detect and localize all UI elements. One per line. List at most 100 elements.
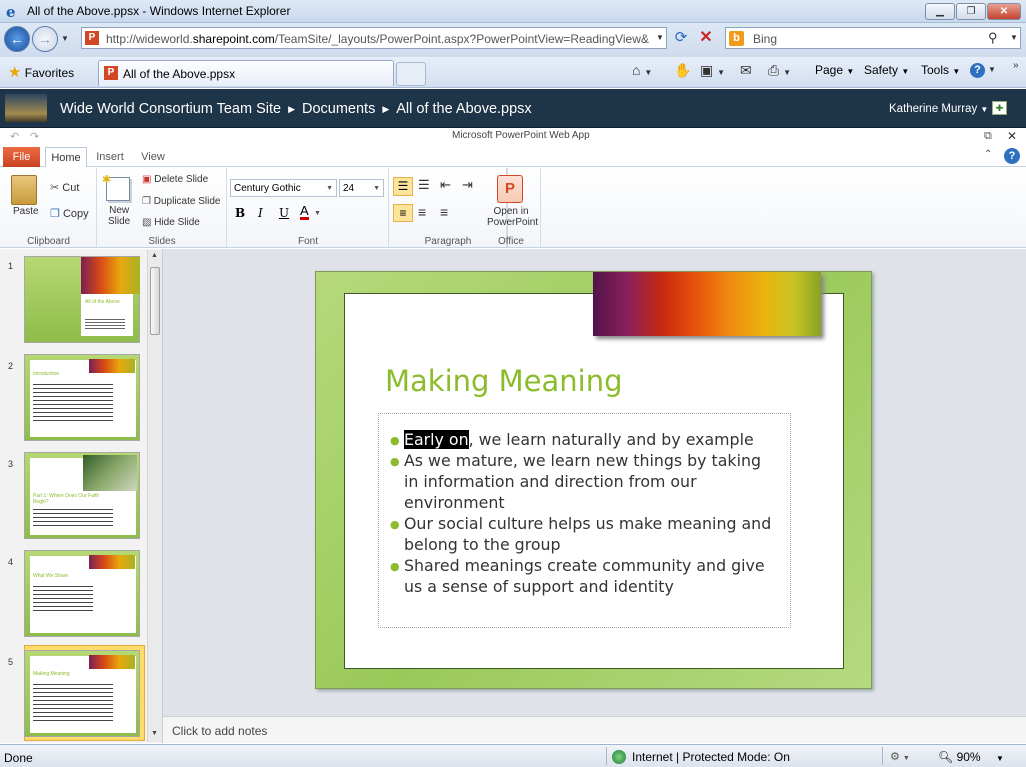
more-commands-icon[interactable]: » [1013,60,1019,71]
breadcrumb-arrow-icon: ▶ [382,104,390,114]
page-menu[interactable]: Page ▼ [815,63,854,77]
bullet-item-4[interactable]: ● Shared meanings create community and gi… [390,555,765,597]
refresh-icon[interactable]: ⟳ [670,28,692,48]
tab-insert[interactable]: Insert [90,147,130,167]
underline-button[interactable]: U [279,206,289,220]
breadcrumb-site[interactable]: Wide World Consortium Team Site [60,101,281,117]
bullet-item-3[interactable]: ● Our social culture helps us make meanin… [390,513,772,555]
new-slide-button[interactable]: New Slide [108,205,130,227]
history-dropdown-icon[interactable]: ▼ [61,34,69,43]
print-icon[interactable]: ⎙ ▼ [768,62,791,79]
url-text[interactable]: http://wideworld.sharepoint.com/TeamSite… [106,32,651,46]
forward-button[interactable]: → [32,26,58,52]
numbering-icon[interactable]: ☰ [418,177,430,193]
cut-button[interactable]: ✂ Cut [50,181,79,194]
bullet-text: Shared meanings create community and giv… [404,556,765,575]
search-box[interactable]: b Bing ⚲ ▼ [725,27,1021,49]
scroll-down-icon[interactable]: ▼ [151,730,158,737]
tab-home[interactable]: Home [45,147,87,168]
maximize-button[interactable]: ❐ [956,3,986,20]
align-left-icon[interactable]: ≡ [393,204,413,222]
thumbnails-scrollbar[interactable]: ▲ ▼ [147,250,162,742]
minimize-button[interactable]: ▁ [925,3,955,20]
new-tab-button[interactable] [396,62,426,86]
slide-thumbnail-2[interactable]: Introduction [24,354,140,441]
copy-icon: ❐ [50,208,60,220]
stop-icon[interactable]: ✕ [695,28,717,48]
slide-thumbnail-3[interactable]: Part 1: Where Does Our Faith Begin? [24,452,140,539]
paste-icon[interactable] [11,175,37,205]
align-center-icon[interactable]: ≡ [418,204,426,220]
favorites-button[interactable]: ★ Favorites [8,63,74,81]
browser-tab-title: All of the Above.ppsx [123,67,236,81]
user-presence-icon[interactable]: ✚ [992,101,1007,115]
breadcrumb-documents[interactable]: Documents [302,101,375,117]
bullets-icon[interactable]: ☰ [393,177,413,196]
font-name-select[interactable]: Century Gothic ▼ [230,179,337,197]
safety-menu[interactable]: Safety ▼ [864,63,909,77]
security-zone[interactable]: Internet | Protected Mode: On [612,750,790,764]
bullet-item-2[interactable]: ● As we mature, we learn new things by ta… [390,450,761,513]
thumbnail-number: 4 [8,557,14,567]
site-logo[interactable] [5,94,47,122]
globe-icon [612,750,626,764]
browser-tab[interactable]: P All of the Above.ppsx [98,60,394,86]
powerpoint-icon[interactable]: P [497,175,523,203]
scroll-up-icon[interactable]: ▲ [151,252,158,259]
font-color-dropdown-icon[interactable]: ▼ [314,210,321,217]
popup-blocker-icon[interactable]: ⚙ ▼ [890,750,910,763]
delete-slide-button[interactable]: ▣ Delete Slide [142,174,208,185]
slide-thumbnail-5[interactable]: Making Meaning [24,650,140,737]
breadcrumb-arrow-icon: ▶ [288,104,295,114]
help-icon[interactable]: ? [1004,148,1020,164]
undo-icon[interactable]: ↶ [10,130,19,143]
copy-button[interactable]: ❐ Copy [50,207,89,220]
font-color-button[interactable]: A [300,204,309,220]
font-size-select[interactable]: 24 ▼ [339,179,384,197]
hand-icon[interactable]: ✋ [674,62,691,79]
home-icon[interactable]: ⌂ ▼ [632,62,652,78]
slide-thumbnail-4[interactable]: What We Share [24,550,140,637]
decrease-indent-icon[interactable]: ⇤ [440,177,451,193]
feeds-icon[interactable]: ▣ ▼ [700,62,725,79]
search-placeholder[interactable]: Bing [753,32,777,46]
duplicate-slide-button[interactable]: ❐ Duplicate Slide [142,196,220,207]
hide-slide-button[interactable]: ▨ Hide Slide [142,217,200,228]
notes-placeholder[interactable]: Click to add notes [172,724,267,738]
search-icon[interactable]: ⚲ [988,30,998,46]
address-bar[interactable]: P http://wideworld.sharepoint.com/TeamSi… [81,27,667,49]
align-right-icon[interactable]: ≡ [440,204,448,220]
bullet-item-1[interactable]: ● Early on, we learn naturally and by exa… [390,429,754,450]
search-options-dropdown-icon[interactable]: ▼ [1010,33,1018,42]
sparkle-icon: ✱ [102,174,112,186]
close-window-button[interactable]: ✕ [987,3,1021,20]
flowers-photo[interactable] [593,272,821,336]
collapse-ribbon-icon[interactable]: ⌃ [984,149,992,160]
user-menu[interactable]: Katherine Murray ▼ [889,103,988,115]
popout-icon[interactable]: ⧉ [984,130,992,143]
bullet-text: Our social culture helps us make meaning… [404,514,772,533]
address-dropdown-icon[interactable]: ▼ [656,33,664,42]
open-in-powerpoint-button[interactable]: Open in PowerPoint [487,206,538,228]
help-dropdown-icon[interactable]: ▼ [988,65,996,74]
tools-menu[interactable]: Tools ▼ [921,63,960,77]
font-size-value: 24 [343,183,355,194]
help-menu-icon[interactable]: ? [970,63,985,78]
paste-button[interactable]: Paste [13,206,39,217]
tab-file[interactable]: File [3,147,40,167]
mail-icon[interactable]: ✉ [740,62,752,79]
office-group-divider [540,168,541,247]
tab-view[interactable]: View [135,147,171,167]
notes-pane[interactable]: Click to add notes [163,716,1026,743]
back-button[interactable]: ← [4,26,30,52]
bold-button[interactable]: B [235,206,245,220]
slide-title[interactable]: Making Meaning [385,364,623,398]
clipboard-group-label: Clipboard [27,236,70,247]
scrollbar-thumb[interactable] [150,267,160,335]
slide-thumbnail-1[interactable]: All of the Above [24,256,140,343]
zoom-control[interactable]: 🔍︎ 90% ▼ [938,750,1004,764]
increase-indent-icon[interactable]: ⇥ [462,177,473,193]
italic-button[interactable]: I [258,206,263,220]
close-app-icon[interactable]: ✕ [1007,129,1017,143]
redo-icon[interactable]: ↷ [30,130,39,143]
